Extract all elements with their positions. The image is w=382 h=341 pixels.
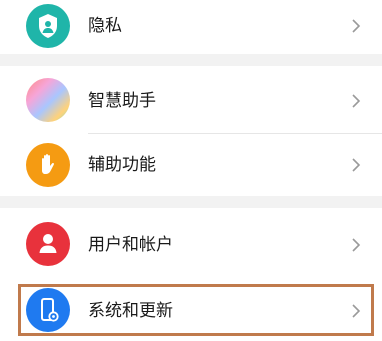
privacy-shield-icon <box>26 4 70 48</box>
settings-group-assist: 智慧助手 辅助功能 <box>0 66 382 196</box>
settings-item-smart-assistant[interactable]: 智慧助手 <box>0 68 382 132</box>
settings-item-privacy[interactable]: 隐私 <box>0 0 382 58</box>
chevron-right-icon <box>352 158 361 172</box>
smart-assistant-icon <box>26 78 70 122</box>
settings-item-label: 隐私 <box>88 16 122 36</box>
settings-page: 隐私 智慧助手 辅助功能 用户和帐户 系统和更新 <box>0 0 382 341</box>
chevron-right-icon <box>352 94 361 108</box>
highlight-box <box>18 284 374 336</box>
settings-item-label: 辅助功能 <box>88 155 156 175</box>
settings-item-accessibility[interactable]: 辅助功能 <box>0 133 382 197</box>
chevron-right-icon <box>352 19 361 33</box>
chevron-right-icon <box>352 238 361 252</box>
settings-item-label: 智慧助手 <box>88 91 156 111</box>
settings-group-privacy: 隐私 <box>0 0 382 54</box>
settings-item-label: 用户和帐户 <box>88 235 173 255</box>
user-account-icon <box>26 222 70 266</box>
settings-item-user-account[interactable]: 用户和帐户 <box>0 210 382 274</box>
accessibility-hand-icon <box>26 143 70 187</box>
